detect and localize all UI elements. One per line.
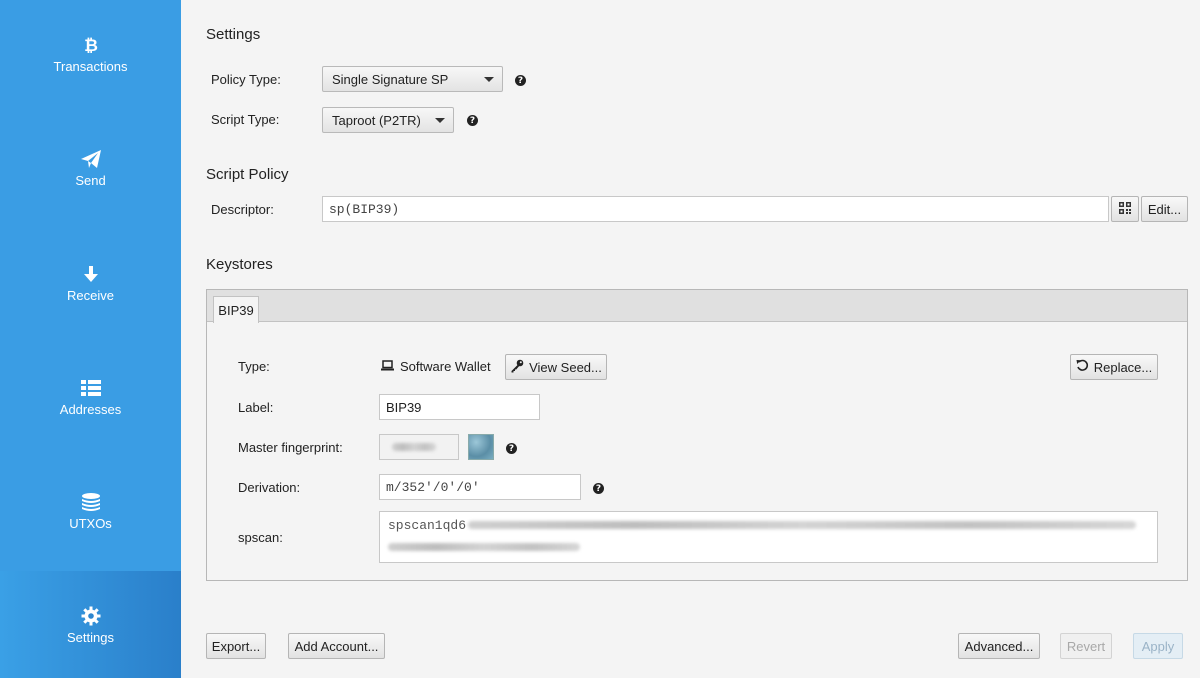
type-value: Software Wallet bbox=[381, 359, 491, 374]
descriptor-label: Descriptor: bbox=[211, 202, 274, 217]
main-content: Settings Policy Type: Single Signature S… bbox=[181, 0, 1200, 678]
nav-send[interactable]: Send bbox=[0, 114, 181, 221]
svg-text:₿: ₿ bbox=[84, 36, 98, 55]
apply-button[interactable]: Apply bbox=[1133, 633, 1183, 659]
settings-title: Settings bbox=[206, 26, 261, 43]
policy-type-value: Single Signature SP bbox=[332, 71, 449, 87]
keystore-panel: BIP39 Type: Software Wallet View Seed...… bbox=[206, 289, 1188, 581]
replace-label: Replace... bbox=[1093, 359, 1153, 375]
help-icon[interactable]: ? bbox=[506, 443, 517, 454]
label-value: BIP39 bbox=[386, 399, 422, 415]
replace-button[interactable]: Replace... bbox=[1070, 354, 1158, 380]
policy-type-label: Policy Type: bbox=[211, 72, 281, 87]
spscan-redacted-line2 bbox=[388, 543, 580, 551]
nav-utxos-label: UTXOs bbox=[69, 515, 112, 531]
add-account-label: Add Account... bbox=[294, 638, 379, 654]
type-value-text: Software Wallet bbox=[400, 359, 491, 374]
help-icon[interactable]: ? bbox=[467, 115, 478, 126]
label-field[interactable]: BIP39 bbox=[379, 394, 540, 420]
script-type-value: Taproot (P2TR) bbox=[332, 112, 421, 128]
script-policy-title: Script Policy bbox=[206, 166, 289, 183]
export-button[interactable]: Export... bbox=[206, 633, 266, 659]
spscan-value: spscan1qd6 bbox=[388, 517, 467, 533]
coins-icon bbox=[80, 491, 102, 513]
script-type-select[interactable]: Taproot (P2TR) bbox=[322, 107, 454, 133]
revert-button[interactable]: Revert bbox=[1060, 633, 1112, 659]
edit-descriptor-button[interactable]: Edit... bbox=[1141, 196, 1188, 222]
nav-addresses-label: Addresses bbox=[59, 401, 122, 417]
policy-type-select[interactable]: Single Signature SP bbox=[322, 66, 503, 92]
nav-addresses[interactable]: Addresses bbox=[0, 343, 181, 450]
advanced-label: Advanced... bbox=[964, 638, 1034, 654]
descriptor-field[interactable]: sp(BIP39) bbox=[322, 196, 1109, 222]
help-icon[interactable]: ? bbox=[593, 483, 604, 494]
keystore-tabbar: BIP39 bbox=[207, 290, 1187, 323]
derivation-field[interactable]: m/352'/0'/0' bbox=[379, 474, 581, 500]
add-account-button[interactable]: Add Account... bbox=[288, 633, 385, 659]
spscan-field[interactable]: spscan1qd6 bbox=[379, 511, 1158, 563]
arrow-down-icon bbox=[80, 263, 102, 285]
view-seed-label: View Seed... bbox=[529, 359, 602, 375]
nav-transactions-label: Transactions bbox=[53, 58, 128, 74]
nav-utxos[interactable]: UTXOs bbox=[0, 457, 181, 564]
paper-plane-icon bbox=[80, 148, 102, 170]
spscan-redacted bbox=[468, 521, 1137, 529]
label-label: Label: bbox=[238, 400, 274, 415]
sidebar: ₿ Transactions Send Receive Addresses UT… bbox=[0, 0, 181, 678]
nav-settings-label: Settings bbox=[67, 629, 114, 645]
list-icon bbox=[80, 377, 102, 399]
help-icon[interactable]: ? bbox=[515, 75, 526, 86]
qr-code-button[interactable] bbox=[1111, 196, 1139, 222]
view-seed-button[interactable]: View Seed... bbox=[505, 354, 607, 380]
derivation-label: Derivation: bbox=[238, 480, 301, 495]
key-icon bbox=[510, 359, 524, 376]
chevron-down-icon bbox=[435, 118, 445, 123]
identicon-image bbox=[468, 434, 494, 460]
nav-settings[interactable]: Settings bbox=[0, 571, 181, 678]
gear-icon bbox=[80, 605, 102, 627]
advanced-button[interactable]: Advanced... bbox=[958, 633, 1040, 659]
tab-bip39[interactable]: BIP39 bbox=[213, 296, 259, 323]
undo-icon bbox=[1076, 359, 1089, 375]
spscan-label: spscan: bbox=[238, 530, 283, 545]
apply-label: Apply bbox=[1141, 638, 1175, 654]
nav-receive-label: Receive bbox=[67, 287, 114, 303]
revert-label: Revert bbox=[1066, 638, 1106, 654]
qr-code-icon bbox=[1119, 201, 1131, 217]
fingerprint-label: Master fingerprint: bbox=[238, 440, 343, 455]
edit-descriptor-label: Edit... bbox=[1147, 201, 1182, 217]
nav-transactions[interactable]: ₿ Transactions bbox=[0, 0, 181, 107]
fingerprint-redacted bbox=[392, 443, 436, 451]
nav-receive[interactable]: Receive bbox=[0, 229, 181, 336]
keystores-title: Keystores bbox=[206, 256, 273, 273]
fingerprint-field[interactable] bbox=[379, 434, 459, 460]
type-label: Type: bbox=[238, 359, 270, 374]
chevron-down-icon bbox=[484, 77, 494, 82]
script-type-label: Script Type: bbox=[211, 112, 280, 127]
bitcoin-icon: ₿ bbox=[80, 34, 102, 56]
tab-bip39-label: BIP39 bbox=[218, 302, 254, 318]
derivation-value: m/352'/0'/0' bbox=[386, 479, 480, 495]
nav-send-label: Send bbox=[75, 172, 106, 188]
laptop-icon bbox=[381, 359, 394, 374]
descriptor-value: sp(BIP39) bbox=[329, 201, 400, 217]
export-label: Export... bbox=[211, 638, 261, 654]
